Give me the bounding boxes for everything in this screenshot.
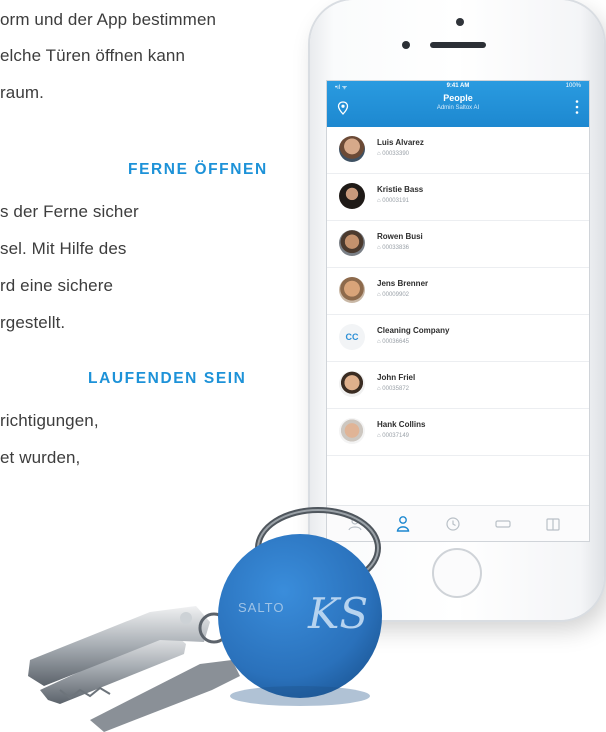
fob-logo-text: KS	[307, 589, 368, 638]
fob-brand-text: SALTO	[238, 600, 284, 615]
keys-and-fob: SALTO KS	[28, 507, 382, 732]
